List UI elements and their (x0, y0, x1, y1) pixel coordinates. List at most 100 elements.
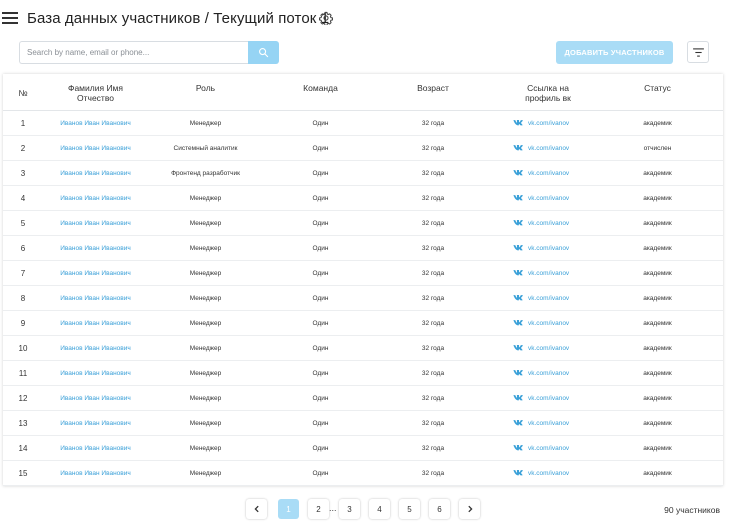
vk-link-text[interactable]: vk.com/ivanov (528, 295, 569, 302)
cell-name-link[interactable]: Иванов Иван Иванович (43, 311, 148, 336)
cell-role: Менеджер (189, 120, 222, 127)
vk-link-text[interactable]: vk.com/ivanov (528, 370, 569, 377)
filter-button[interactable] (687, 41, 709, 63)
cell-name-link[interactable]: Иванов Иван Иванович (43, 211, 148, 236)
cell-name-link[interactable]: Иванов Иван Иванович (43, 261, 148, 286)
cell-team: Один (312, 120, 329, 127)
cell-vk-link[interactable]: vk.com/ivanov (513, 336, 593, 361)
cell-team: Один (312, 220, 329, 227)
vk-icon (513, 144, 523, 151)
cell-status: академик (643, 420, 672, 427)
prev-page-button[interactable] (246, 499, 267, 519)
cell-name-link[interactable]: Иванов Иван Иванович (43, 186, 148, 211)
cell-name-link[interactable]: Иванов Иван Иванович (43, 436, 148, 461)
table-row[interactable]: 13 Иванов Иван Иванович Менеджер Один 32 год… (3, 411, 723, 436)
cell-name-link[interactable]: Иванов Иван Иванович (43, 361, 148, 386)
cell-vk-link[interactable]: vk.com/ivanov (513, 386, 593, 411)
next-page-button[interactable] (459, 499, 480, 519)
search-button[interactable] (248, 41, 279, 64)
cell-vk-link[interactable]: vk.com/ivanov (513, 311, 593, 336)
cell-name-link[interactable]: Иванов Иван Иванович (43, 386, 148, 411)
table-row[interactable]: 9 Иванов Иван Иванович Менеджер Один 32 года… (3, 311, 723, 336)
cell-vk-link[interactable]: vk.com/ivanov (513, 211, 593, 236)
participants-table: № Фамилия Имя Отчество Роль Команда Возр… (3, 74, 723, 486)
search-bar (19, 41, 279, 64)
cell-name-link[interactable]: Иванов Иван Иванович (43, 111, 148, 136)
cell-vk-link[interactable]: vk.com/ivanov (513, 461, 593, 486)
table-row[interactable]: 2 Иванов Иван Иванович Системный аналитик О… (3, 136, 723, 161)
table-header: № Фамилия Имя Отчество Роль Команда Возр… (3, 74, 723, 111)
add-participants-button[interactable]: ДОБАВИТЬ УЧАСТНИКОВ (556, 41, 673, 64)
table-row[interactable]: 1 Иванов Иван Иванович Менеджер Один 32 года… (3, 111, 723, 136)
cell-num: 1 (20, 119, 26, 128)
vk-link-text[interactable]: vk.com/ivanov (528, 170, 569, 177)
hamburger-menu-icon[interactable] (2, 11, 18, 25)
participants-count: 90 участников (664, 505, 720, 515)
cell-vk-link[interactable]: vk.com/ivanov (513, 161, 593, 186)
vk-link-text[interactable]: vk.com/ivanov (528, 270, 569, 277)
vk-link-text[interactable]: vk.com/ivanov (528, 220, 569, 227)
table-row[interactable]: 7 Иванов Иван Иванович Менеджер Один 32 года… (3, 261, 723, 286)
vk-link-text[interactable]: vk.com/ivanov (528, 145, 569, 152)
cell-status: академик (643, 345, 672, 352)
vk-icon (513, 119, 523, 126)
vk-link-text[interactable]: vk.com/ivanov (528, 445, 569, 452)
cell-name-link[interactable]: Иванов Иван Иванович (43, 161, 148, 186)
vk-icon (513, 269, 523, 276)
cell-name-link[interactable]: Иванов Иван Иванович (43, 236, 148, 261)
table-row[interactable]: 14 Иванов Иван Иванович Менеджер Один 32 год… (3, 436, 723, 461)
vk-link-text[interactable]: vk.com/ivanov (528, 345, 569, 352)
cell-age: 32 года (421, 245, 445, 252)
vk-link-text[interactable]: vk.com/ivanov (528, 470, 569, 477)
cell-vk-link[interactable]: vk.com/ivanov (513, 436, 593, 461)
vk-link-text[interactable]: vk.com/ivanov (528, 195, 569, 202)
cell-vk-link[interactable]: vk.com/ivanov (513, 236, 593, 261)
vk-icon (513, 169, 523, 176)
cell-role: Менеджер (189, 420, 222, 427)
cell-vk-link[interactable]: vk.com/ivanov (513, 286, 593, 311)
table-row[interactable]: 15 Иванов Иван Иванович Менеджер Один 32 год… (3, 461, 723, 486)
vk-link-text[interactable]: vk.com/ivanov (528, 120, 569, 127)
cell-num: 3 (20, 169, 26, 178)
vk-link-text[interactable]: vk.com/ivanov (528, 245, 569, 252)
cell-name-link[interactable]: Иванов Иван Иванович (43, 286, 148, 311)
cell-vk-link[interactable]: vk.com/ivanov (513, 136, 593, 161)
cell-age: 32 года (421, 220, 445, 227)
table-row[interactable]: 6 Иванов Иван Иванович Менеджер Один 32 года… (3, 236, 723, 261)
vk-link-text[interactable]: vk.com/ivanov (528, 420, 569, 427)
table-row[interactable]: 3 Иванов Иван Иванович Фронтенд разработчи… (3, 161, 723, 186)
gear-icon[interactable] (319, 11, 333, 25)
cell-num: 13 (18, 419, 28, 428)
cell-vk-link[interactable]: vk.com/ivanov (513, 411, 593, 436)
cell-status: академик (643, 195, 672, 202)
page-button-3[interactable]: 3 (339, 499, 360, 519)
cell-name-link[interactable]: Иванов Иван Иванович (43, 411, 148, 436)
page-button-1[interactable]: 1 (278, 499, 299, 519)
vk-link-text[interactable]: vk.com/ivanov (528, 395, 569, 402)
vk-link-text[interactable]: vk.com/ivanov (528, 320, 569, 327)
page-button-2[interactable]: 2 (308, 499, 329, 519)
cell-vk-link[interactable]: vk.com/ivanov (513, 111, 593, 136)
cell-role: Менеджер (189, 270, 222, 277)
table-row[interactable]: 10 Иванов Иван Иванович Менеджер Один 32 год… (3, 336, 723, 361)
search-input[interactable] (19, 41, 248, 64)
cell-name-link[interactable]: Иванов Иван Иванович (43, 461, 148, 486)
cell-name-link[interactable]: Иванов Иван Иванович (43, 136, 148, 161)
cell-vk-link[interactable]: vk.com/ivanov (513, 186, 593, 211)
table-row[interactable]: 8 Иванов Иван Иванович Менеджер Один 32 года… (3, 286, 723, 311)
page-button-5[interactable]: 5 (399, 499, 420, 519)
table-row[interactable]: 5 Иванов Иван Иванович Менеджер Один 32 года… (3, 211, 723, 236)
cell-name-link[interactable]: Иванов Иван Иванович (43, 336, 148, 361)
page-button-4[interactable]: 4 (369, 499, 390, 519)
chevron-right-icon (467, 505, 473, 513)
cell-team: Один (312, 420, 329, 427)
cell-vk-link[interactable]: vk.com/ivanov (513, 361, 593, 386)
table-row[interactable]: 4 Иванов Иван Иванович Менеджер Один 32 года… (3, 186, 723, 211)
cell-role: Менеджер (189, 445, 222, 452)
table-row[interactable]: 11 Иванов Иван Иванович Менеджер Один 32 год… (3, 361, 723, 386)
table-row[interactable]: 12 Иванов Иван Иванович Менеджер Один 32 год… (3, 386, 723, 411)
cell-num: 6 (20, 244, 26, 253)
page-button-6[interactable]: 6 (429, 499, 450, 519)
cell-vk-link[interactable]: vk.com/ivanov (513, 261, 593, 286)
vk-icon (513, 244, 523, 251)
